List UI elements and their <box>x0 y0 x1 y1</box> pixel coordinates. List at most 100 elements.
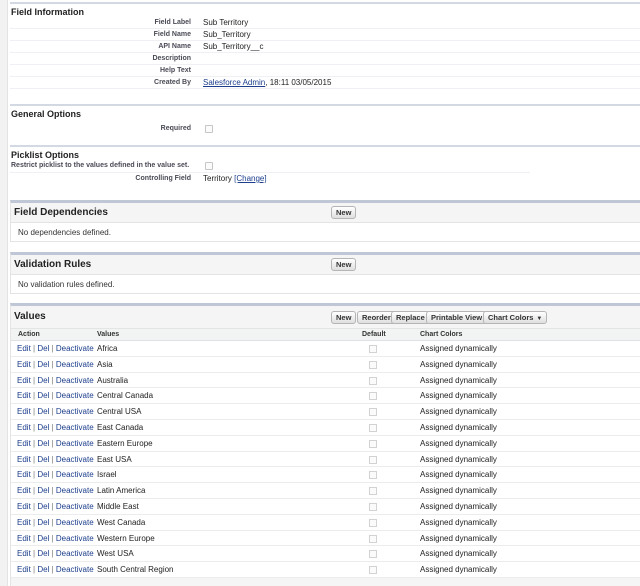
deactivate-link[interactable]: Deactivate <box>56 360 94 369</box>
field-info-label: Help Text <box>160 67 191 74</box>
default-checkbox[interactable] <box>369 487 377 496</box>
default-checkbox[interactable] <box>369 360 377 369</box>
table-row: Edit | Del | Deactivate West USA Assigned … <box>11 546 640 563</box>
del-link[interactable]: Del <box>37 470 49 479</box>
row-actions: Edit | Del | Deactivate <box>17 518 94 527</box>
restrict-picklist-checkbox[interactable] <box>205 162 213 170</box>
default-checkbox[interactable] <box>369 455 377 464</box>
table-row: Edit | Del | Deactivate Western Europe Ass… <box>11 530 640 547</box>
deactivate-link[interactable]: Deactivate <box>56 502 94 511</box>
reorder-button[interactable]: Reorder <box>357 311 396 324</box>
del-link[interactable]: Del <box>37 486 49 495</box>
del-link[interactable]: Del <box>37 391 49 400</box>
deactivate-link[interactable]: Deactivate <box>56 407 94 416</box>
del-link[interactable]: Del <box>37 518 49 527</box>
edit-link[interactable]: Edit <box>17 376 31 385</box>
default-checkbox[interactable] <box>369 550 377 559</box>
default-checkbox[interactable] <box>369 534 377 543</box>
del-link[interactable]: Del <box>37 344 49 353</box>
chart-color-value: Assigned dynamically <box>420 391 497 401</box>
field-info-label: Description <box>152 55 191 62</box>
deactivate-link[interactable]: Deactivate <box>56 455 94 464</box>
deactivate-link[interactable]: Deactivate <box>56 423 94 432</box>
edit-link[interactable]: Edit <box>17 344 31 353</box>
deactivate-link[interactable]: Deactivate <box>56 565 94 574</box>
restrict-picklist-row: Restrict picklist to the values defined … <box>10 160 530 173</box>
deactivate-link[interactable]: Deactivate <box>56 344 94 353</box>
field-info-row: Field Name Sub_Territory <box>10 29 640 41</box>
deactivate-link[interactable]: Deactivate <box>56 486 94 495</box>
default-checkbox[interactable] <box>369 439 377 448</box>
new-validation-rule-button[interactable]: New <box>331 258 357 271</box>
default-checkbox[interactable] <box>369 392 377 401</box>
edit-link[interactable]: Edit <box>17 423 31 432</box>
edit-link[interactable]: Edit <box>17 439 31 448</box>
field-information-title: Field Information <box>11 7 84 17</box>
required-checkbox[interactable] <box>205 125 213 133</box>
printable-view-button[interactable]: Printable View <box>426 311 488 324</box>
edit-link[interactable]: Edit <box>17 534 31 543</box>
table-row: Edit | Del | Deactivate Eastern Europe Ass… <box>11 435 640 452</box>
deactivate-link[interactable]: Deactivate <box>56 470 94 479</box>
controlling-field-row: Controlling Field Territory [Change] <box>10 173 530 186</box>
edit-link[interactable]: Edit <box>17 502 31 511</box>
edit-link[interactable]: Edit <box>17 518 31 527</box>
new-dependency-button[interactable]: New <box>331 206 357 219</box>
chart-color-value: Assigned dynamically <box>420 375 497 385</box>
value-name: Latin America <box>97 486 146 496</box>
row-actions: Edit | Del | Deactivate <box>17 455 94 464</box>
edit-link[interactable]: Edit <box>17 486 31 495</box>
default-checkbox[interactable] <box>369 518 377 527</box>
table-row: Edit | Del | Deactivate East USA Assigned … <box>11 451 640 468</box>
deactivate-link[interactable]: Deactivate <box>56 376 94 385</box>
created-by-user-link[interactable]: Salesforce Admin <box>203 78 265 87</box>
edit-link[interactable]: Edit <box>17 549 31 558</box>
edit-link[interactable]: Edit <box>17 360 31 369</box>
values-table-header: Action Values Default Chart Colors <box>11 329 640 341</box>
del-link[interactable]: Del <box>37 534 49 543</box>
default-checkbox[interactable] <box>369 376 377 385</box>
del-link[interactable]: Del <box>37 549 49 558</box>
default-checkbox[interactable] <box>369 566 377 575</box>
chart-color-value: Assigned dynamically <box>420 549 497 559</box>
edit-link[interactable]: Edit <box>17 470 31 479</box>
values-table: Action Values Default Chart Colors Edit … <box>11 329 640 578</box>
edit-link[interactable]: Edit <box>17 565 31 574</box>
del-link[interactable]: Del <box>37 565 49 574</box>
change-controlling-field-link[interactable]: [Change] <box>234 174 266 183</box>
del-link[interactable]: Del <box>37 439 49 448</box>
default-checkbox[interactable] <box>369 471 377 480</box>
chart-colors-dropdown[interactable]: Chart Colors ▼ <box>483 311 548 324</box>
deactivate-link[interactable]: Deactivate <box>56 534 94 543</box>
default-checkbox[interactable] <box>369 502 377 511</box>
del-link[interactable]: Del <box>37 407 49 416</box>
field-dependencies-title: Field Dependencies <box>14 207 108 218</box>
row-actions: Edit | Del | Deactivate <box>17 439 94 448</box>
validation-rules-header: Validation Rules New <box>11 255 640 275</box>
default-checkbox[interactable] <box>369 408 377 417</box>
value-name: West Canada <box>97 517 146 527</box>
value-name: East Canada <box>97 422 144 432</box>
del-link[interactable]: Del <box>37 360 49 369</box>
chart-color-value: Assigned dynamically <box>420 533 497 543</box>
default-checkbox[interactable] <box>369 345 377 353</box>
value-name: Israel <box>97 470 117 480</box>
deactivate-link[interactable]: Deactivate <box>56 439 94 448</box>
column-header-values: Values <box>97 331 120 338</box>
column-header-chart-colors: Chart Colors <box>420 331 463 338</box>
del-link[interactable]: Del <box>37 502 49 511</box>
del-link[interactable]: Del <box>37 376 49 385</box>
default-checkbox[interactable] <box>369 423 377 432</box>
edit-link[interactable]: Edit <box>17 455 31 464</box>
edit-link[interactable]: Edit <box>17 407 31 416</box>
edit-link[interactable]: Edit <box>17 391 31 400</box>
value-name: Middle East <box>97 501 139 511</box>
del-link[interactable]: Del <box>37 423 49 432</box>
del-link[interactable]: Del <box>37 455 49 464</box>
deactivate-link[interactable]: Deactivate <box>56 518 94 527</box>
deactivate-link[interactable]: Deactivate <box>56 391 94 400</box>
deactivate-link[interactable]: Deactivate <box>56 549 94 558</box>
new-value-button[interactable]: New <box>331 311 357 324</box>
replace-button[interactable]: Replace <box>391 311 430 324</box>
no-validation-rules-message: No validation rules defined. <box>11 275 640 294</box>
